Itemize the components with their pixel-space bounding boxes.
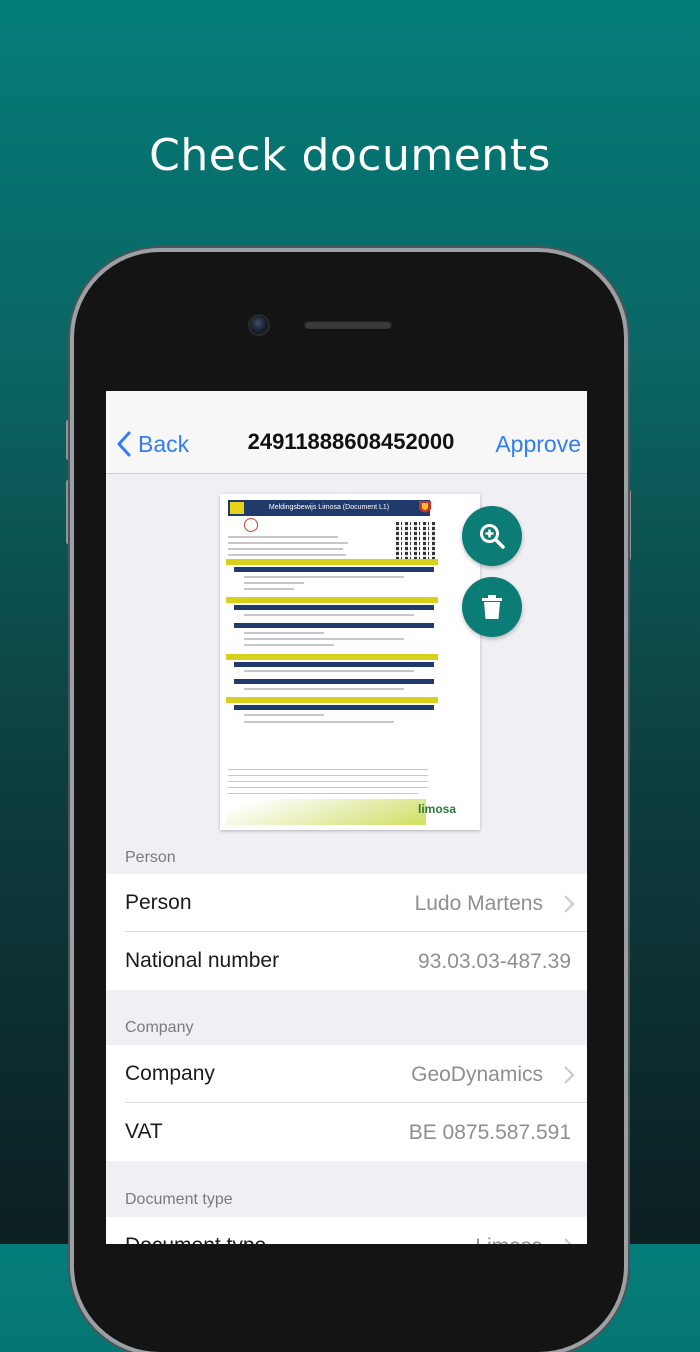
row-company[interactable]: Company GeoDynamics bbox=[106, 1045, 587, 1103]
document-preview[interactable]: Meldingsbewijs Limosa (Document L1) limo… bbox=[220, 494, 480, 830]
row-document-type[interactable]: Document type Limosa bbox=[106, 1217, 587, 1244]
row-label: National number bbox=[125, 949, 280, 972]
row-label: VAT bbox=[125, 1120, 163, 1143]
page-title: 24911888608452000 bbox=[247, 429, 455, 454]
row-value: GeoDynamics bbox=[411, 1063, 543, 1086]
row-person[interactable]: Person Ludo Martens bbox=[106, 874, 587, 932]
row-national-number: National number 93.03.03-487.39 bbox=[106, 932, 587, 990]
back-label: Back bbox=[138, 430, 190, 457]
document-header: Meldingsbewijs Limosa (Document L1) bbox=[228, 500, 430, 516]
delete-button[interactable] bbox=[462, 577, 522, 637]
chevron-right-icon bbox=[564, 1066, 575, 1084]
volume-button bbox=[66, 480, 71, 544]
row-value: 93.03.03-487.39 bbox=[418, 950, 571, 973]
row-value: Limosa bbox=[475, 1235, 543, 1244]
earpiece-speaker bbox=[304, 320, 392, 329]
coat-of-arms-icon bbox=[419, 501, 431, 513]
document-brand: limosa bbox=[418, 802, 457, 816]
front-camera bbox=[250, 316, 268, 334]
row-value: BE 0875.587.591 bbox=[408, 1121, 571, 1144]
app-screen: Back 24911888608452000 Approve Meldingsb… bbox=[106, 391, 587, 1244]
document-logo bbox=[230, 502, 244, 514]
qr-code bbox=[396, 522, 436, 562]
zoom-button[interactable] bbox=[462, 506, 522, 566]
section-header-person: Person bbox=[125, 849, 176, 866]
section-header-document-type: Document type bbox=[125, 1191, 233, 1208]
approve-button[interactable]: Approve bbox=[495, 431, 581, 458]
power-button bbox=[626, 490, 631, 560]
chevron-right-icon bbox=[564, 895, 575, 913]
document-area: Meldingsbewijs Limosa (Document L1) limo… bbox=[106, 473, 587, 838]
row-label: Company bbox=[125, 1062, 215, 1085]
document-footer bbox=[226, 799, 426, 825]
navigation-bar: Back 24911888608452000 Approve bbox=[106, 391, 587, 474]
back-button[interactable]: Back bbox=[116, 427, 189, 461]
row-vat: VAT BE 0875.587.591 bbox=[106, 1103, 587, 1161]
chevron-right-icon bbox=[564, 1238, 572, 1244]
document-seal bbox=[244, 518, 258, 532]
zoom-in-icon bbox=[480, 524, 505, 549]
headline: Check documents bbox=[149, 130, 551, 181]
row-label: Person bbox=[125, 891, 192, 914]
row-value: Ludo Martens bbox=[414, 892, 543, 915]
section-header-company: Company bbox=[125, 1019, 194, 1036]
volume-button bbox=[66, 420, 71, 460]
row-label: Document type bbox=[125, 1234, 266, 1244]
chevron-left-icon bbox=[117, 431, 131, 457]
trash-icon bbox=[482, 595, 502, 619]
